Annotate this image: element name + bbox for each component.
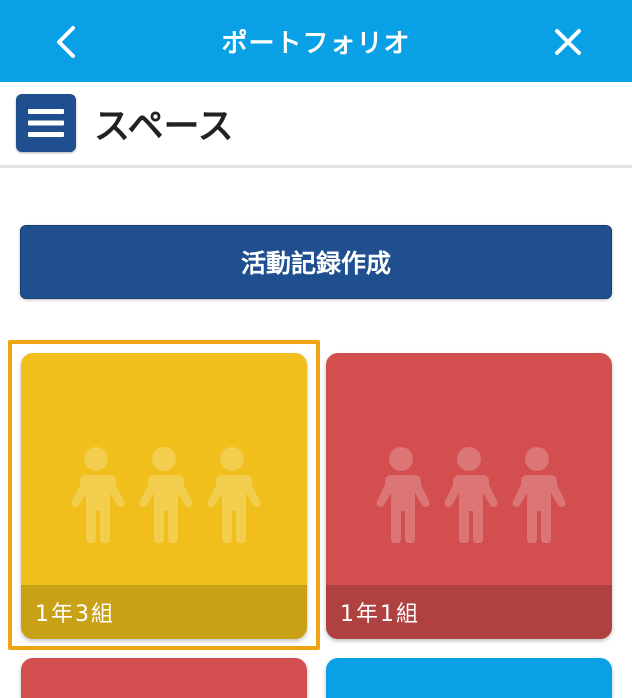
app-title: ポートフォリオ (221, 28, 411, 59)
space-card-label: 1年1組 (326, 585, 612, 639)
space-card-2[interactable]: 1年1組 (326, 353, 612, 639)
page-title: スペース (94, 106, 234, 147)
menu-button[interactable] (16, 94, 76, 152)
group-people-icon (21, 415, 307, 575)
section-header: スペース (0, 82, 632, 168)
space-card-4[interactable] (326, 658, 612, 698)
space-card-label: 1年3組 (21, 585, 307, 639)
create-activity-record-button[interactable]: 活動記録作成 (20, 225, 612, 299)
app-top-bar: ポートフォリオ (0, 0, 632, 82)
space-card-3[interactable] (21, 658, 307, 698)
back-button[interactable] (44, 20, 88, 64)
hamburger-menu-icon (28, 109, 64, 137)
close-button[interactable] (546, 20, 590, 64)
space-card-1[interactable]: 1年3組 (21, 353, 307, 639)
close-icon (555, 29, 581, 55)
group-people-icon (326, 415, 612, 575)
chevron-left-icon (57, 26, 75, 58)
